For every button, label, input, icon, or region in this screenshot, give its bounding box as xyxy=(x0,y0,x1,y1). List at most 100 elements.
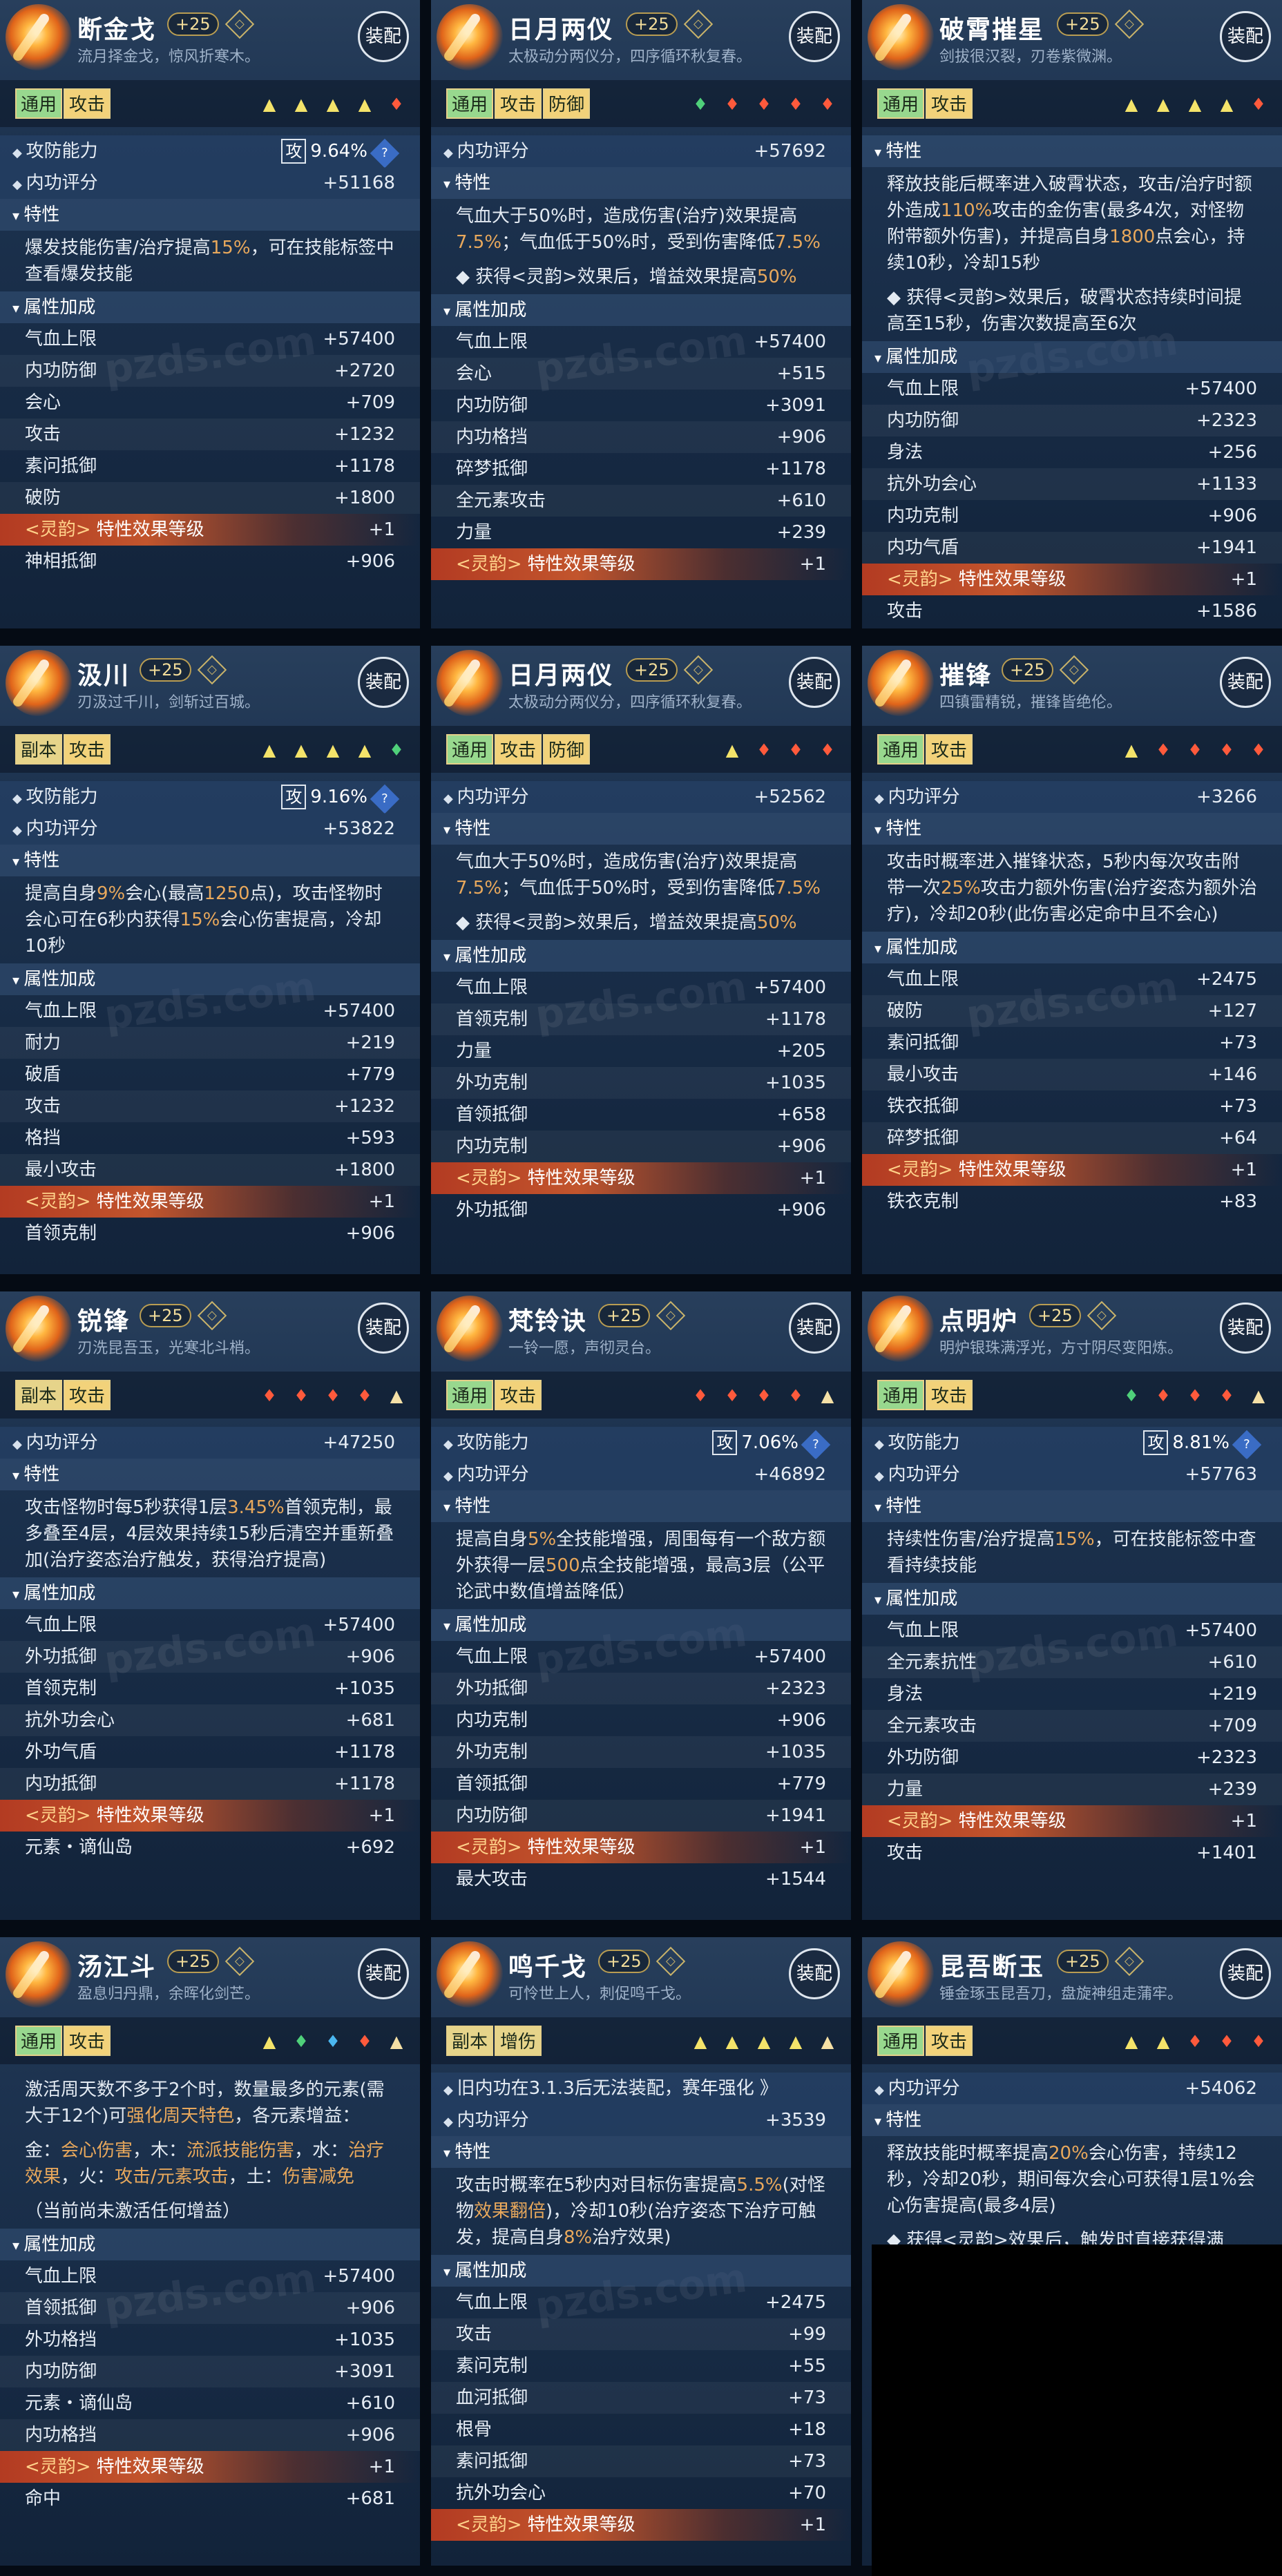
trait-description: ◆ 获得<灵韵>效果后，破霄状态持续时间提高至15秒，伤害次数提高至6次 xyxy=(862,280,1282,341)
stat-value: +906 xyxy=(345,551,395,572)
section-header[interactable]: 特性 xyxy=(862,813,1282,845)
rune-icon: ▲ xyxy=(821,1386,834,1405)
equip-button[interactable]: 装配 xyxy=(358,1948,409,1999)
tag-atk: 攻击 xyxy=(495,734,542,765)
stat-row: 内功气盾 +1941 xyxy=(862,532,1282,564)
section-header[interactable]: 特性 xyxy=(0,845,420,876)
stat-value: +57692 xyxy=(754,141,827,162)
equip-button[interactable]: 装配 xyxy=(1220,11,1271,62)
lock-icon: ◇ xyxy=(1114,1946,1145,1977)
equip-button[interactable]: 装配 xyxy=(789,657,840,708)
stat-label: 抗外功会心 xyxy=(887,474,977,494)
rune-icon: ▲ xyxy=(294,95,308,114)
stat-value: +99 xyxy=(788,2324,826,2345)
section-header[interactable]: 属性加成 xyxy=(0,291,420,323)
card-header: 日月两仪 +25 ◇ 太极动分两仪分，四序循环秋复春。 装配 xyxy=(431,0,851,76)
stat-label: 首领克制 xyxy=(25,1223,97,1244)
tag-list: 通用 攻击 xyxy=(877,88,974,119)
stat-value: +610 xyxy=(1207,1652,1257,1673)
stat-label: 旧内功在3.1.3后无法装配，赛年强化 》 xyxy=(443,2073,778,2106)
lingyun-row: <灵韵> 特性效果等级 +1 xyxy=(862,1805,1282,1837)
section-header[interactable]: 属性加成 xyxy=(431,2255,851,2287)
stat-value: +1232 xyxy=(334,1096,395,1117)
section-header[interactable]: 属性加成 xyxy=(431,1609,851,1641)
help-icon[interactable]: ? xyxy=(370,138,400,169)
stat-value: +73 xyxy=(788,2387,826,2408)
equip-button[interactable]: 装配 xyxy=(358,657,409,708)
equip-button[interactable]: 装配 xyxy=(358,1303,409,1354)
description-text: ◆ 获得<灵韵>效果后，增益效果提高 xyxy=(456,912,757,933)
section-header[interactable]: 属性加成 xyxy=(862,1583,1282,1615)
rune-icon: ♦ xyxy=(1219,1386,1234,1405)
equip-button[interactable]: 装配 xyxy=(1220,1948,1271,1999)
rune-icon: ▲ xyxy=(262,740,276,760)
tag-atk: 攻击 xyxy=(926,2026,973,2056)
section-header[interactable]: 属性加成 xyxy=(0,2229,420,2260)
section-header[interactable]: 特性 xyxy=(862,135,1282,167)
description-text: ；气血低于50%时，受到伤害降低 xyxy=(501,878,775,898)
equip-button[interactable]: 装配 xyxy=(1220,657,1271,708)
equipment-card: pzds.com汲川+25◇刃汲过千川，剑斩过百城。装配副本攻击▲▲▲▲♦攻防能… xyxy=(0,646,420,1274)
stat-row: 力量 +239 xyxy=(862,1774,1282,1805)
help-icon[interactable]: ? xyxy=(1232,1430,1262,1460)
card-header: 点明炉 +25 ◇ 明炉银珠满浮光，方寸阴尽变阳炼。 装配 xyxy=(862,1291,1282,1367)
stat-row: 破防 +1800 xyxy=(0,482,420,514)
section-header[interactable]: 特性 xyxy=(431,813,851,845)
section-header[interactable]: 属性加成 xyxy=(862,932,1282,963)
help-icon[interactable]: ? xyxy=(370,784,400,814)
section-header[interactable]: 特性 xyxy=(0,1459,420,1490)
section-header[interactable]: 特性 xyxy=(0,199,420,231)
stat-value: +692 xyxy=(345,1837,395,1858)
equipment-name: 日月两仪 xyxy=(508,662,614,690)
stat-label: <灵韵> 特性效果等级 xyxy=(887,564,1066,595)
description-text: ◆ 获得<灵韵>效果后，破霄状态持续时间提高至15秒，伤害次数提高至6次 xyxy=(887,287,1242,334)
description-text: 气血大于50%时，造成伤害(治疗)效果提高 xyxy=(456,852,798,872)
equip-button[interactable]: 装配 xyxy=(789,1948,840,1999)
rune-icon: ♦ xyxy=(1251,2032,1266,2051)
highlight-value: 1250 xyxy=(204,883,250,904)
highlight-value: 5.5% xyxy=(736,2175,783,2195)
stat-row: 会心 +515 xyxy=(431,358,851,390)
stat-value: +46892 xyxy=(754,1464,827,1485)
stat-row: 素问抵御 +1178 xyxy=(0,450,420,482)
stat-label-text: 特性效果等级 xyxy=(958,1811,1066,1832)
tag-gen: 通用 xyxy=(446,1380,494,1410)
equip-button[interactable]: 装配 xyxy=(358,11,409,62)
equip-button[interactable]: 装配 xyxy=(1220,1303,1271,1354)
equipment-motto: 四镇雷精锐，摧锋皆绝伦。 xyxy=(939,694,1122,711)
highlight-value: 15% xyxy=(1054,1529,1095,1550)
card-header: 昆吾断玉 +25 ◇ 锤金琢玉昆吾刀，盘旋神组走蒲牢。 装配 xyxy=(862,1937,1282,2013)
stat-label: 气血上限 xyxy=(887,1620,959,1641)
rune-icon: ▲ xyxy=(326,740,340,760)
stat-label: 最小攻击 xyxy=(887,1064,959,1085)
stat-row: 血河抵御 +73 xyxy=(431,2382,851,2414)
section-header[interactable]: 特性 xyxy=(862,1490,1282,1522)
equipment-gem-icon xyxy=(437,4,503,70)
section-header[interactable]: 属性加成 xyxy=(862,341,1282,373)
section-header[interactable]: 特性 xyxy=(862,2104,1282,2136)
tag-row: 副本 攻击 ♦ ♦ ♦ ♦ ▲ xyxy=(0,1372,420,1419)
stat-value: +64 xyxy=(1219,1128,1257,1148)
equipment-card: pzds.com梵铃诀+25◇一铃一愿，声彻灵台。装配通用攻击♦♦♦♦▲攻防能力… xyxy=(431,1291,851,1920)
section-header[interactable]: 属性加成 xyxy=(0,1577,420,1609)
section-header[interactable]: 属性加成 xyxy=(431,294,851,326)
tag-atk: 攻击 xyxy=(495,88,542,119)
card-header: 锐锋 +25 ◇ 刃洗昆吾玉，光寒北斗梢。 装配 xyxy=(0,1291,420,1367)
stat-value: +1 xyxy=(799,1168,826,1189)
help-icon[interactable]: ? xyxy=(801,1430,831,1460)
section-header[interactable]: 特性 xyxy=(431,2136,851,2168)
description-text: 金： xyxy=(25,2140,61,2161)
stat-value: +1 xyxy=(799,554,826,575)
stat-label: 最大攻击 xyxy=(456,1869,528,1890)
stat-label: 内功防御 xyxy=(25,361,97,381)
section-header[interactable]: 特性 xyxy=(431,1490,851,1522)
lingyun-tag: <灵韵> xyxy=(887,1160,953,1180)
section-header[interactable]: 属性加成 xyxy=(0,963,420,995)
equip-button[interactable]: 装配 xyxy=(789,1303,840,1354)
card-header: 破霄摧星 +25 ◇ 剑拔很汉裂，刃卷紫微渊。 装配 xyxy=(862,0,1282,76)
stat-row: 元素・谪仙岛 +692 xyxy=(0,1832,420,1863)
stat-row: 内功评分 +3266 xyxy=(862,781,1282,813)
section-header[interactable]: 属性加成 xyxy=(431,940,851,972)
section-header[interactable]: 特性 xyxy=(431,167,851,199)
equip-button[interactable]: 装配 xyxy=(789,11,840,62)
